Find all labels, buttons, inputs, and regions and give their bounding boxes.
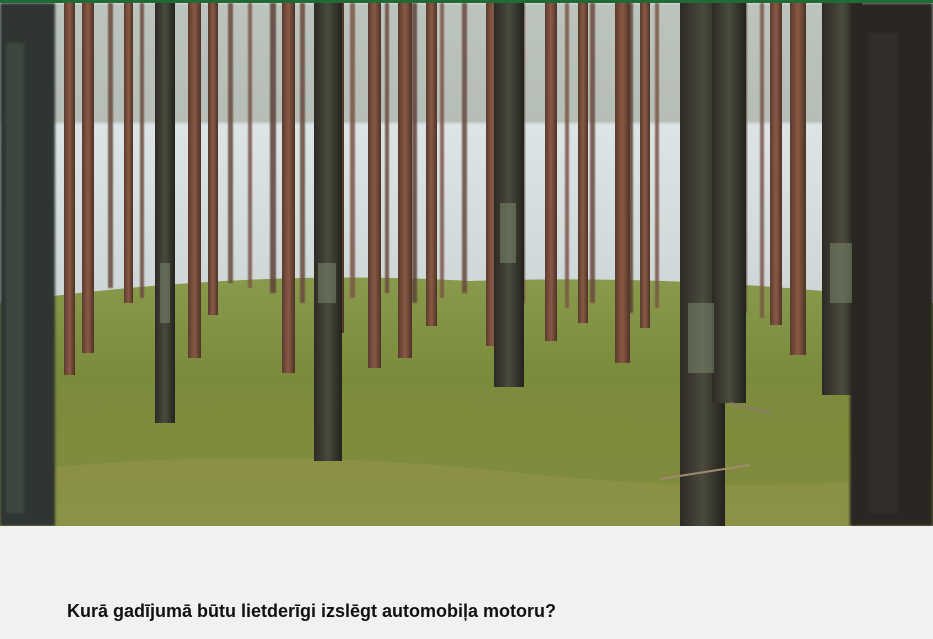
forest-photo-icon: [0, 3, 933, 526]
question-text: Kurā gadījumā būtu lietderīgi izslēgt au…: [67, 601, 557, 621]
quiz-content: Kurā gadījumā būtu lietderīgi izslēgt au…: [0, 526, 933, 639]
hero-image: [0, 3, 933, 526]
